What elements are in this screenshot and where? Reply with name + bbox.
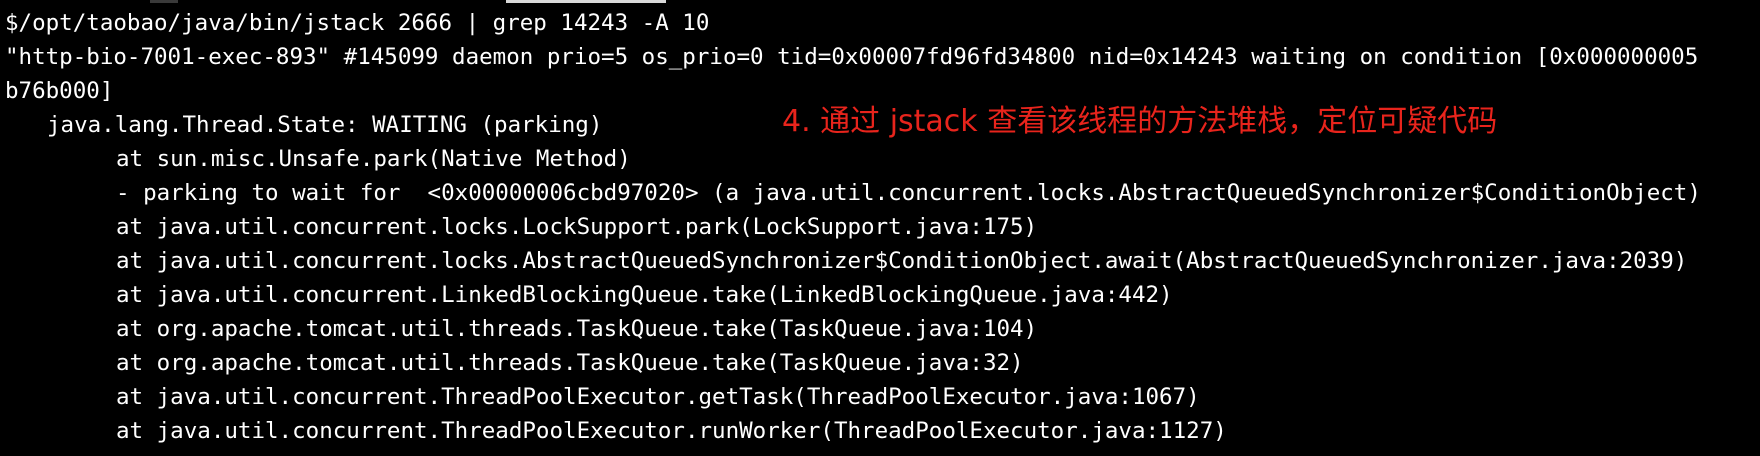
selection-fragment (150, 0, 178, 3)
thread-header-line: "http-bio-7001-exec-893" #145099 daemon … (5, 44, 1699, 70)
selection-highlight (506, 0, 666, 3)
stack-frame-line: at java.util.concurrent.ThreadPoolExecut… (116, 418, 1227, 444)
stack-frame-line: at org.apache.tomcat.util.threads.TaskQu… (116, 350, 1024, 376)
stack-frame-line: at sun.misc.Unsafe.park(Native Method) (116, 146, 631, 172)
previous-output-strip (0, 0, 1760, 5)
stack-frame-line: at org.apache.tomcat.util.threads.TaskQu… (116, 316, 1038, 342)
step-annotation: 4. 通过 jstack 查看该线程的方法堆栈，定位可疑代码 (782, 104, 1498, 139)
stack-frame-line: at java.util.concurrent.locks.LockSuppor… (116, 214, 1038, 240)
terminal-output[interactable]: $/opt/taobao/java/bin/jstack 2666 | grep… (5, 6, 1701, 448)
command-line[interactable]: $/opt/taobao/java/bin/jstack 2666 | grep… (5, 6, 1701, 40)
stack-frame-line: at java.util.concurrent.locks.AbstractQu… (116, 248, 1688, 274)
parking-lock-line: - parking to wait for <0x00000006cbd9702… (116, 180, 1701, 206)
stack-frame-line: at java.util.concurrent.LinkedBlockingQu… (116, 282, 1173, 308)
stack-frame-line: at java.util.concurrent.ThreadPoolExecut… (116, 384, 1200, 410)
terminal-window[interactable]: $/opt/taobao/java/bin/jstack 2666 | grep… (0, 0, 1760, 456)
